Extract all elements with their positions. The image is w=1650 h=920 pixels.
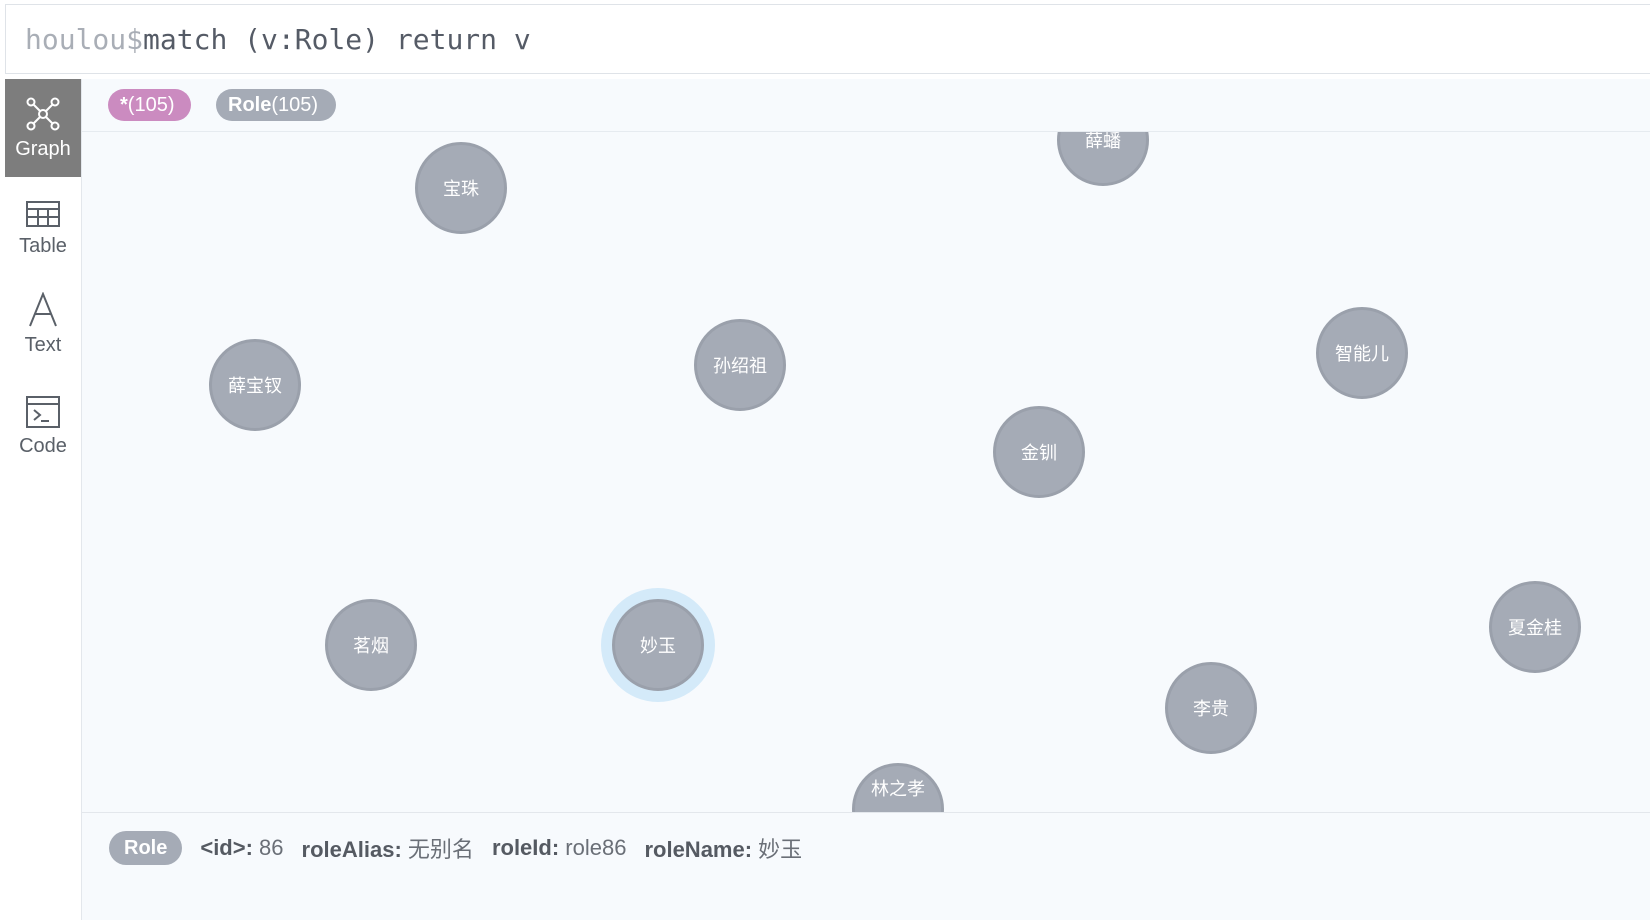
inspector-property: roleAlias: 无别名 (301, 837, 474, 862)
table-icon (25, 199, 61, 235)
query-editor[interactable]: houlou$ match (v:Role) return v (5, 4, 1650, 74)
view-switcher: Graph Table Text Code (5, 79, 82, 920)
inspector-label-pill[interactable]: Role (109, 831, 183, 865)
graph-node-selected[interactable]: 妙玉 (612, 599, 704, 691)
graph-node[interactable]: 薛宝钗 (209, 339, 301, 431)
nav-graph-label: Graph (15, 137, 71, 160)
inspector-property: roleId: role86 (491, 835, 627, 860)
graph-node[interactable]: 薛蟠 (1057, 132, 1149, 186)
graph-node[interactable]: 林之孝 (852, 763, 944, 814)
graph-canvas[interactable]: 宝珠 薛蟠 薛宝钗 孙绍祖 智能儿 金钏 茗烟 妙玉 夏金桂 李贵 林之孝 (82, 132, 1650, 814)
nav-table-button[interactable]: Table (5, 179, 81, 277)
query-prompt: houlou$ (25, 22, 144, 56)
nav-code-label: Code (19, 434, 67, 457)
nav-code-button[interactable]: Code (5, 377, 81, 475)
graph-node[interactable]: 夏金桂 (1489, 581, 1581, 673)
graph-node[interactable]: 茗烟 (325, 599, 417, 691)
nav-graph-button[interactable]: Graph (5, 79, 81, 177)
nav-text-button[interactable]: Text (5, 275, 81, 373)
code-icon (25, 395, 61, 435)
query-text: match (v:Role) return v (143, 22, 531, 56)
inspector-property: roleName: 妙玉 (644, 837, 803, 862)
property-inspector: Role <id>: 86 roleAlias: 无别名 roleId: rol… (82, 812, 1650, 920)
graph-node[interactable]: 李贵 (1165, 662, 1257, 754)
nav-table-label: Table (19, 234, 67, 257)
nav-text-label: Text (24, 333, 62, 356)
label-legend: * (105) Role (105) (82, 79, 1650, 132)
label-pill-role[interactable]: Role (105) (216, 89, 336, 121)
graph-node[interactable]: 智能儿 (1316, 307, 1408, 399)
graph-panel: * (105) Role (105) 宝珠 薛蟠 薛宝钗 孙绍祖 智能儿 金钏 茗烟… (82, 79, 1650, 920)
inspector-property: <id>: 86 (200, 835, 284, 860)
label-pill-all[interactable]: * (105) (108, 89, 191, 121)
graph-node[interactable]: 孙绍祖 (694, 319, 786, 411)
graph-icon (25, 96, 61, 138)
graph-node[interactable]: 宝珠 (415, 142, 507, 234)
graph-node[interactable]: 金钏 (993, 406, 1085, 498)
text-icon (25, 291, 61, 334)
